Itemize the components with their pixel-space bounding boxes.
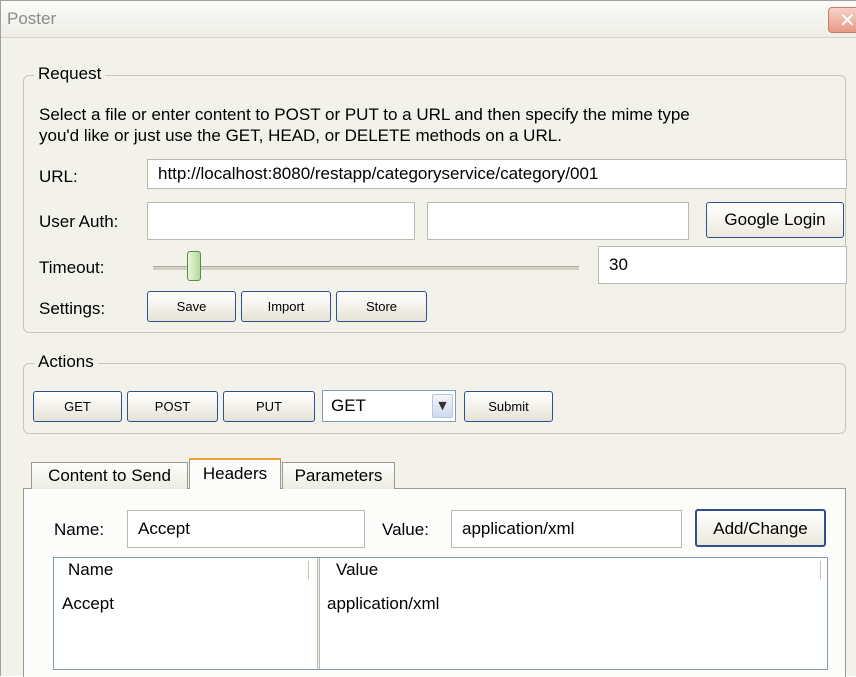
- timeout-slider-track[interactable]: [153, 266, 579, 270]
- actions-legend: Actions: [34, 352, 98, 372]
- method-select-value: GET: [331, 396, 366, 415]
- column-resize-handle[interactable]: [308, 561, 312, 579]
- google-login-button[interactable]: Google Login: [706, 202, 844, 238]
- header-value-input[interactable]: application/xml: [451, 510, 682, 548]
- header-name-label: Name:: [54, 520, 105, 539]
- request-description-line-1: Select a file or enter content to POST o…: [39, 105, 690, 124]
- user-auth-label: User Auth:: [39, 212, 119, 231]
- column-header-value[interactable]: Value: [336, 560, 378, 580]
- get-button[interactable]: GET: [33, 391, 122, 422]
- put-button[interactable]: PUT: [223, 391, 315, 422]
- timeout-input[interactable]: 30: [598, 246, 847, 284]
- tab-headers[interactable]: Headers: [189, 458, 281, 489]
- column-resize-handle[interactable]: [820, 561, 824, 579]
- table-header: Name Value: [54, 558, 827, 582]
- request-description-line-2: you'd like or just use the GET, HEAD, or…: [39, 126, 562, 145]
- header-value-label: Value:: [382, 520, 429, 539]
- timeout-slider-thumb[interactable]: [187, 251, 201, 281]
- table-cell-name[interactable]: Accept: [62, 594, 114, 614]
- column-header-name[interactable]: Name: [68, 560, 113, 580]
- url-label: URL:: [39, 167, 78, 186]
- method-select[interactable]: GET ▼: [322, 390, 456, 422]
- close-icon[interactable]: ✕: [828, 7, 856, 33]
- window-title: Poster: [7, 9, 57, 28]
- store-button[interactable]: Store: [336, 291, 427, 322]
- tab-content-to-send[interactable]: Content to Send: [31, 462, 188, 489]
- save-button[interactable]: Save: [147, 291, 236, 322]
- headers-table: Name Value Accept application/xml: [53, 557, 828, 670]
- timeout-label: Timeout:: [39, 258, 105, 277]
- settings-label: Settings:: [39, 299, 106, 318]
- header-name-input[interactable]: Accept: [127, 510, 365, 548]
- url-input[interactable]: http://localhost:8080/restapp/categoryse…: [147, 159, 847, 189]
- user-auth-password-input[interactable]: [427, 202, 689, 240]
- poster-window: Poster ✕ Request Select a file or enter …: [0, 0, 856, 677]
- table-cell-value[interactable]: application/xml: [327, 594, 439, 614]
- request-legend: Request: [34, 64, 106, 84]
- title-bar: Poster ✕: [1, 1, 856, 38]
- import-button[interactable]: Import: [241, 291, 331, 322]
- post-button[interactable]: POST: [127, 391, 218, 422]
- submit-button[interactable]: Submit: [464, 391, 553, 422]
- add-change-button[interactable]: Add/Change: [695, 509, 826, 547]
- column-divider[interactable]: [317, 558, 320, 669]
- user-auth-username-input[interactable]: [147, 202, 415, 240]
- chevron-down-icon[interactable]: ▼: [432, 394, 453, 418]
- tab-parameters[interactable]: Parameters: [282, 462, 395, 489]
